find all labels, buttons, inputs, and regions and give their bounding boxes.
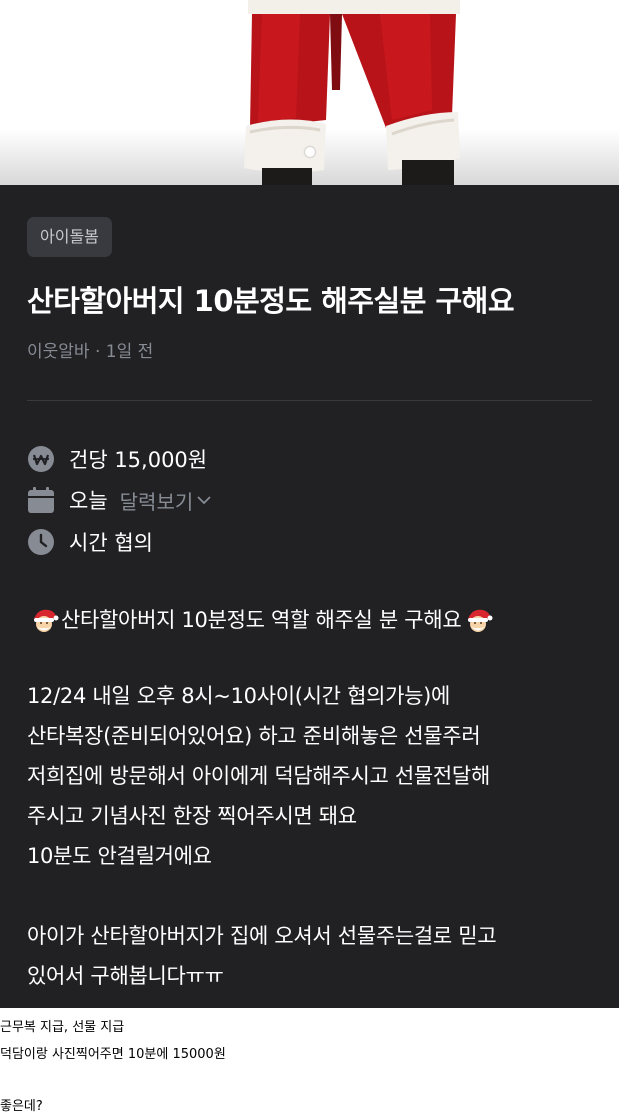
body-line: 10분도 안걸릴거에요 [27, 844, 212, 868]
body-line: 산타복장(준비되어있어요) 하고 준비해놓은 선물주러 [27, 724, 481, 748]
body-line: 저희집에 방문해서 아이에게 덕담해주시고 선물전달해 [27, 764, 490, 788]
time-text: 시간 협의 [69, 531, 153, 555]
divider [27, 400, 592, 401]
pay-row: 건당 15,000원 [27, 444, 207, 474]
post-meta: 이웃알바 · 1일 전 [27, 342, 154, 362]
category-chip[interactable]: 아이돌봄 [27, 217, 112, 257]
clock-icon [28, 529, 54, 555]
caption-line-3: 좋은데? [0, 1099, 43, 1114]
body-line: 12/24 내일 오후 8시~10사이(시간 협의가능)에 [27, 684, 451, 708]
date-text: 오늘 [69, 489, 108, 513]
pay-text: 건당 15,000원 [69, 448, 208, 472]
date-row: 오늘 달력보기 [27, 485, 213, 515]
calendar-icon [28, 487, 54, 513]
calendar-view-link[interactable]: 달력보기 [120, 486, 214, 515]
caption-line-2: 덕담이랑 사진찍어주면 10분에 15000원 [0, 1047, 226, 1062]
body-line: 주시고 기념사진 한장 찍어주시면 돼요 [27, 804, 357, 828]
post-image-carousel[interactable] [0, 0, 619, 185]
time-row: 시간 협의 [27, 527, 153, 557]
santa-emoji-icon [34, 609, 59, 632]
post-title: 산타할아버지 10분정도 해주실분 구해요 [27, 284, 515, 318]
body-headline-text: 산타할아버지 10분정도 역할 해주실 분 구해요 [61, 608, 462, 632]
santa-emoji-icon [468, 609, 493, 632]
calendar-view-label: 달력보기 [119, 489, 194, 514]
won-coin-icon [28, 446, 54, 472]
body-line: 있어서 구해봅니다ㅠㅠ [27, 964, 224, 988]
santa-costume-image [244, 0, 460, 185]
caption-line-1: 근무복 지급, 선물 지급 [0, 1020, 125, 1035]
post-body-details: 12/24 내일 오후 8시~10사이(시간 협의가능)에 산타복장(준비되어있… [27, 676, 607, 876]
chevron-down-icon [197, 496, 211, 505]
body-line: 아이가 산타할아버지가 집에 오셔서 선물주는걸로 믿고 [27, 924, 497, 948]
carousel-indicator-dot[interactable] [305, 147, 315, 157]
post-body-closing: 아이가 산타할아버지가 집에 오셔서 선물주는걸로 믿고 있어서 구해봅니다ㅠㅠ [27, 916, 607, 996]
post-body-headline: 산타할아버지 10분정도 역할 해주실 분 구해요 [27, 600, 607, 640]
